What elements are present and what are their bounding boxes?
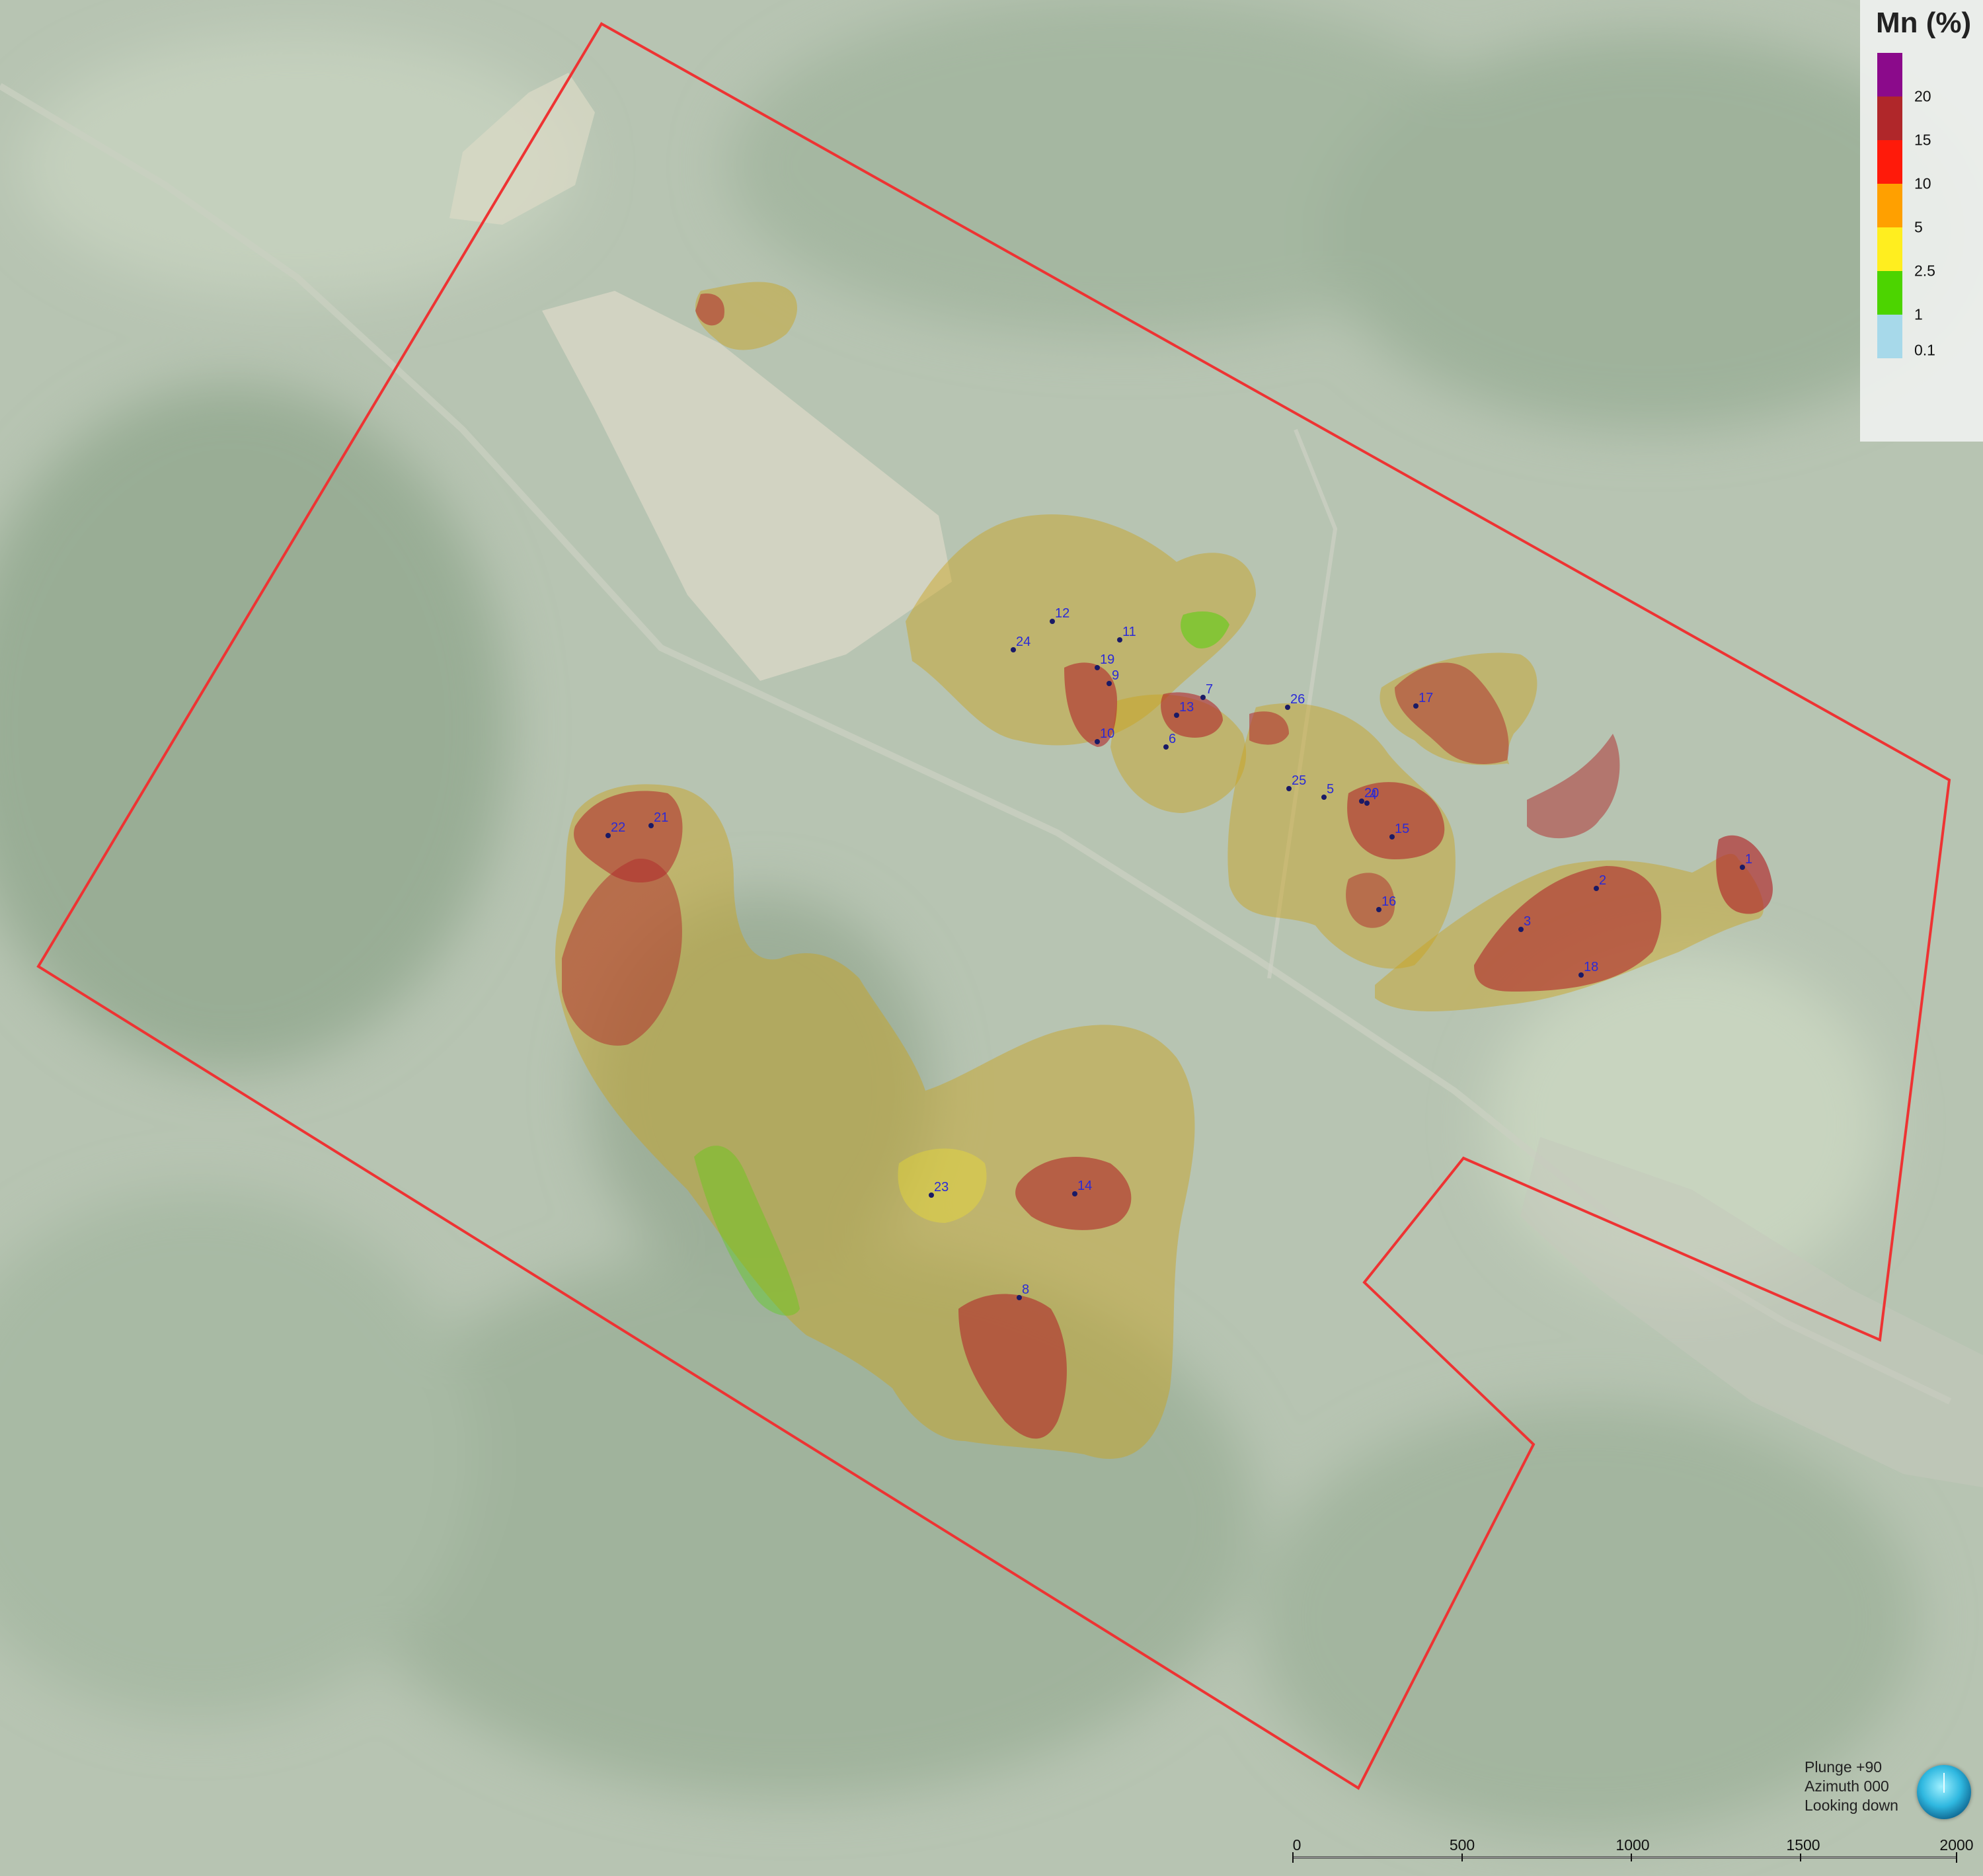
sample-point-3[interactable] (1518, 927, 1524, 932)
scale-label: 0 (1292, 1836, 1302, 1854)
legend-label: 2.5 (1914, 262, 1935, 280)
scale-label: 2000 (1939, 1836, 1974, 1854)
sample-point-14[interactable] (1072, 1191, 1077, 1196)
sample-label-20: 20 (1364, 786, 1379, 801)
sample-label-1: 1 (1745, 852, 1752, 867)
scale-label: 1500 (1786, 1836, 1820, 1854)
legend-swatch (1877, 53, 1902, 97)
sample-point-2[interactable] (1594, 886, 1599, 891)
sample-label-22: 22 (611, 820, 625, 835)
plunge-text: Plunge +90 (1805, 1758, 1883, 1776)
sample-point-10[interactable] (1095, 739, 1100, 744)
legend-swatch (1877, 271, 1902, 315)
sample-point-17[interactable] (1413, 703, 1419, 709)
sample-label-15: 15 (1395, 822, 1409, 836)
compass-icon[interactable] (1917, 1765, 1971, 1819)
sample-label-11: 11 (1122, 625, 1136, 639)
sample-label-6: 6 (1169, 732, 1176, 746)
sample-label-12: 12 (1055, 606, 1069, 621)
legend-swatch (1877, 140, 1902, 184)
sample-point-20[interactable] (1359, 799, 1364, 804)
view-orientation: Plunge +90 Azimuth 000 Looking down (1805, 1758, 1898, 1815)
sample-label-13: 13 (1179, 700, 1194, 715)
legend-swatch (1877, 184, 1902, 227)
sample-label-19: 19 (1100, 652, 1114, 667)
sample-label-26: 26 (1290, 692, 1305, 707)
sample-point-26[interactable] (1285, 705, 1290, 710)
sample-point-18[interactable] (1578, 972, 1584, 978)
sample-point-9[interactable] (1107, 681, 1112, 686)
sample-point-25[interactable] (1286, 786, 1292, 791)
sample-point-7[interactable] (1200, 695, 1206, 700)
view-direction-text: Looking down (1805, 1797, 1898, 1814)
sample-label-14: 14 (1077, 1179, 1092, 1193)
sample-point-4[interactable] (1364, 801, 1370, 806)
sample-point-13[interactable] (1174, 713, 1179, 718)
legend-label: 0.1 (1914, 341, 1935, 359)
sample-point-24[interactable] (1011, 647, 1016, 652)
sample-label-8: 8 (1022, 1282, 1029, 1297)
mn-legend: Mn (%) 20 15 10 5 2.5 1 0.1 (1860, 0, 1983, 442)
sample-point-21[interactable] (648, 823, 654, 828)
legend-label: 20 (1914, 87, 1931, 105)
sample-point-11[interactable] (1117, 637, 1122, 643)
sample-point-15[interactable] (1389, 834, 1395, 840)
scale-label: 500 (1449, 1836, 1475, 1854)
sample-point-16[interactable] (1376, 907, 1381, 912)
sample-label-25: 25 (1292, 773, 1306, 788)
legend-label: 1 (1914, 305, 1923, 323)
sample-point-5[interactable] (1321, 795, 1327, 800)
legend-label: 5 (1914, 218, 1923, 236)
legend-swatch (1877, 315, 1902, 358)
sample-label-7: 7 (1206, 682, 1213, 697)
sample-label-17: 17 (1419, 691, 1433, 705)
legend-swatch (1877, 227, 1902, 271)
compass-needle (1943, 1773, 1945, 1793)
sample-point-19[interactable] (1095, 665, 1100, 670)
sample-label-5: 5 (1327, 782, 1334, 797)
azimuth-text: Azimuth 000 (1805, 1778, 1889, 1795)
sample-label-9: 9 (1112, 668, 1119, 683)
sample-point-8[interactable] (1017, 1295, 1022, 1300)
sample-label-16: 16 (1381, 894, 1396, 909)
legend-label: 15 (1914, 131, 1931, 149)
legend-title: Mn (%) (1876, 7, 1972, 39)
sample-point-1[interactable] (1740, 865, 1745, 870)
aerial-map[interactable]: 1234567891011121314151617181920212223242… (0, 0, 1983, 1876)
sample-point-12[interactable] (1050, 619, 1055, 624)
sample-label-3: 3 (1524, 914, 1531, 929)
sample-label-18: 18 (1584, 960, 1598, 974)
sample-point-6[interactable] (1163, 744, 1169, 750)
sample-point-23[interactable] (929, 1192, 934, 1198)
sample-label-23: 23 (934, 1180, 949, 1194)
sample-point-22[interactable] (605, 833, 611, 838)
legend-swatch (1877, 97, 1902, 140)
sample-label-21: 21 (654, 810, 668, 825)
legend-label: 10 (1914, 175, 1931, 192)
sample-label-10: 10 (1100, 726, 1114, 741)
sample-label-2: 2 (1599, 873, 1606, 888)
sample-label-24: 24 (1016, 635, 1030, 649)
scale-label: 1000 (1615, 1836, 1650, 1854)
